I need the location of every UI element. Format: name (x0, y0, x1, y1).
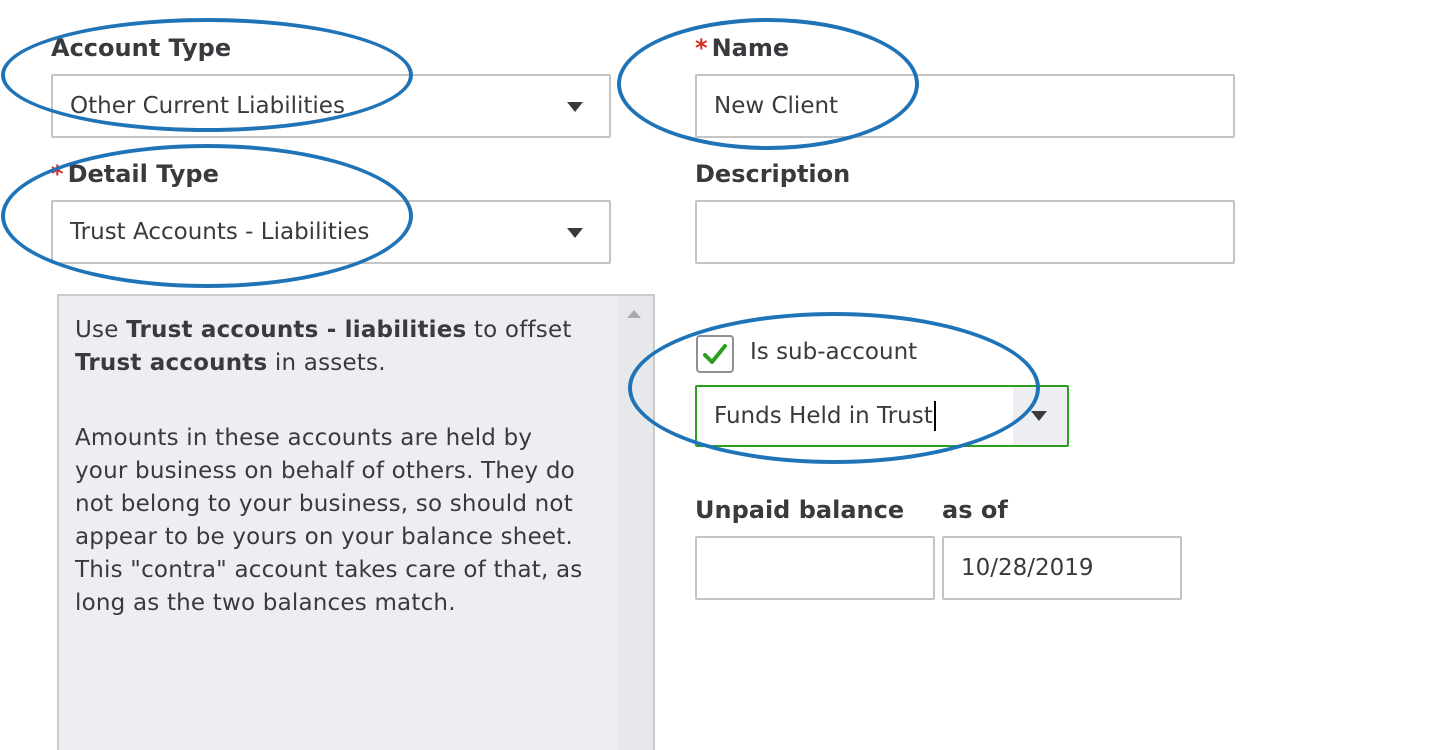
account-type-label: Account Type (51, 34, 232, 62)
unpaid-balance-label: Unpaid balance (695, 496, 905, 524)
text-cursor (933, 401, 936, 431)
help-paragraph-1: Use Trust accounts - liabilities to offs… (75, 317, 572, 376)
help-text: Use Trust accounts - liabilities to offs… (75, 314, 585, 662)
checkmark-icon (703, 344, 727, 364)
description-label: Description (695, 160, 851, 188)
as-of-date-value: 10/28/2019 (961, 555, 1094, 581)
help-paragraph-2: Amounts in these accounts are held by yo… (75, 425, 583, 616)
chevron-down-icon[interactable] (567, 228, 583, 238)
detail-type-help-panel: Use Trust accounts - liabilities to offs… (57, 294, 655, 750)
name-input[interactable]: New Client (695, 74, 1235, 138)
scroll-up-icon[interactable] (627, 310, 641, 318)
parent-account-value: Funds Held in Trust (714, 403, 933, 429)
chevron-down-icon[interactable] (567, 102, 583, 112)
help-scrollbar[interactable] (617, 296, 653, 750)
description-input[interactable] (695, 200, 1235, 264)
as-of-label: as of (942, 496, 1008, 524)
sub-account-label[interactable]: Is sub-account (750, 339, 917, 365)
required-asterisk: * (695, 34, 708, 62)
as-of-date-input[interactable]: 10/28/2019 (942, 536, 1182, 600)
detail-type-label: * Detail Type (51, 160, 219, 188)
account-type-dropdown[interactable]: Other Current Liabilities (51, 74, 611, 138)
detail-type-value: Trust Accounts - Liabilities (70, 219, 370, 245)
detail-type-dropdown[interactable]: Trust Accounts - Liabilities (51, 200, 611, 264)
account-type-value: Other Current Liabilities (70, 93, 345, 119)
account-form: Account Type Other Current Liabilities *… (0, 0, 1450, 750)
required-asterisk: * (51, 160, 64, 188)
sub-account-checkbox[interactable] (696, 335, 734, 373)
name-value: New Client (714, 93, 839, 119)
parent-account-dropdown[interactable]: Funds Held in Trust (695, 385, 1069, 447)
unpaid-balance-input[interactable] (695, 536, 935, 600)
name-label: * Name (695, 34, 790, 62)
chevron-down-icon[interactable] (1031, 411, 1047, 421)
parent-account-input[interactable]: Funds Held in Trust (714, 387, 936, 445)
parent-account-dropdown-button[interactable] (1013, 387, 1067, 445)
